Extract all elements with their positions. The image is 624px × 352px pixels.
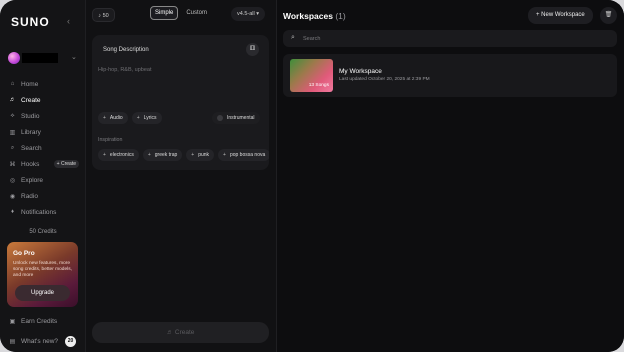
inspiration-chip[interactable]: + punk [186, 149, 215, 161]
model-version-select[interactable]: v4.5-all ▾ [231, 7, 266, 21]
sidebar-item-home[interactable]: ⌂ Home [9, 76, 79, 92]
sidebar-item-label: Search [21, 144, 42, 152]
instrumental-label: Instrumental [227, 115, 255, 121]
upgrade-button[interactable]: Upgrade [15, 285, 70, 301]
sidebar-item-label: Studio [21, 112, 40, 120]
app-window: SUNO ‹ ⌄ ⌂ Home ♬ Create ⟡ Studio ▥ Libr… [0, 0, 624, 352]
workspace-card[interactable]: 13 Songs My Workspace Last updated Octob… [283, 54, 617, 97]
tab-simple[interactable]: Simple [150, 6, 179, 20]
sidebar-item-label: Home [21, 80, 39, 88]
plus-icon: + [136, 115, 140, 121]
inspiration-chip-label: electronics [109, 152, 134, 158]
add-audio-button[interactable]: + Audio [98, 112, 128, 124]
add-lyrics-label: Lyrics [143, 115, 157, 121]
go-pro-text: Unlock new features, more song credits, … [13, 261, 72, 278]
plus-icon: + [103, 152, 106, 158]
bell-icon: ♦ [10, 209, 15, 215]
plus-icon: + [223, 152, 226, 158]
workspace-name: My Workspace [339, 68, 382, 75]
news-icon: ▤ [9, 339, 16, 345]
sidebar-item-label: Notifications [21, 208, 57, 216]
inspiration-chip-label: pop bossa nova [229, 152, 266, 158]
workspaces-panel: Workspaces (1) + New Workspace 🗑 ⌕ 13 So… [277, 0, 624, 352]
inspiration-label: Inspiration [98, 137, 123, 143]
gift-icon: ▣ [9, 319, 16, 325]
credits-count: 50 Credits [29, 229, 57, 235]
hooks-icon: ⌘ [9, 161, 16, 168]
search-icon: ⌕ [291, 34, 295, 41]
page-title: Workspaces (1) [283, 11, 346, 21]
studio-icon: ⟡ [10, 112, 15, 119]
sidebar-item-label: Explore [21, 176, 44, 184]
avatar[interactable] [8, 52, 20, 64]
music-note-icon: ♬ [9, 97, 16, 103]
add-audio-label: Audio [109, 115, 123, 121]
plus-icon: + [191, 152, 195, 158]
dice-icon[interactable]: ⚅ [246, 43, 259, 56]
sidebar-item-label: Hooks [21, 160, 40, 168]
create-panel: ♪ 50 Simple Custom v4.5-all ▾ Song Descr… [86, 0, 277, 352]
go-pro-title: Go Pro [13, 250, 35, 257]
library-icon: ▥ [9, 129, 16, 136]
go-pro-card: Go Pro Unlock new features, more song cr… [7, 242, 78, 307]
add-lyrics-button[interactable]: + Lyrics [131, 112, 162, 124]
credit-chip[interactable]: ♪ 50 [92, 8, 115, 22]
sidebar-item-label: Create [21, 96, 41, 104]
sidebar: SUNO ‹ ⌄ ⌂ Home ♬ Create ⟡ Studio ▥ Libr… [0, 0, 86, 352]
inspiration-chip[interactable]: + greek trap [142, 149, 183, 161]
option-row: + Audio + Lyrics [98, 112, 162, 124]
sidebar-item-create[interactable]: ♬ Create [9, 92, 79, 108]
inspiration-row: + electronics + greek trap + punk + pop boss… [98, 149, 269, 161]
inspiration-chip[interactable]: + electronics [98, 149, 139, 161]
inspiration-chip-label: punk [198, 152, 210, 158]
song-description-title: Song Description [103, 47, 149, 53]
sidebar-item-hooks[interactable]: ⌘ Hooks + Create [9, 156, 79, 172]
workspace-thumbnail: 13 Songs [290, 59, 333, 92]
create-button[interactable]: ♬ Create [92, 322, 269, 343]
search-icon: ⌕ [10, 144, 15, 151]
sidebar-item-library[interactable]: ▥ Library [9, 124, 79, 140]
workspaces-count: (1) [335, 11, 346, 21]
sidebar-item-radio[interactable]: ◉ Radio [9, 188, 79, 204]
whats-new-badge: 20 [65, 336, 77, 347]
collapse-sidebar-icon[interactable]: ‹ [67, 16, 70, 26]
new-workspace-button[interactable]: + New Workspace [528, 7, 593, 24]
sidebar-nav: ⌂ Home ♬ Create ⟡ Studio ▥ Library ⌕ Sea… [9, 76, 79, 220]
home-icon: ⌂ [10, 81, 15, 87]
instrumental-toggle[interactable]: Instrumental [212, 112, 260, 124]
song-description-input[interactable]: Hip-hop, R&B, upbeat [98, 67, 152, 73]
toggle-switch [217, 115, 223, 121]
chevron-down-icon[interactable]: ⌄ [71, 53, 77, 61]
plus-icon: + [147, 152, 151, 158]
mode-switch: Simple Custom [150, 6, 212, 20]
sidebar-item-label: Library [21, 128, 41, 136]
plus-icon: + [103, 115, 106, 121]
workspaces-title: Workspaces [283, 11, 333, 21]
trash-icon[interactable]: 🗑 [600, 7, 617, 24]
earn-credits-link[interactable]: ▣ Earn Credits [9, 318, 57, 325]
song-count: 13 Songs [308, 83, 329, 88]
workspace-search: ⌕ [283, 30, 617, 47]
song-description-card: Song Description ⚅ Hip-hop, R&B, upbeat … [92, 35, 269, 170]
inspiration-chip-label: greek trap [154, 152, 178, 158]
whats-new-label: What's new? [21, 338, 59, 345]
user-name-redacted[interactable] [22, 53, 58, 63]
sidebar-item-search[interactable]: ⌕ Search [9, 140, 79, 156]
sidebar-item-label: Radio [21, 192, 38, 200]
suno-logo[interactable]: SUNO [11, 15, 50, 29]
sidebar-item-explore[interactable]: ◎ Explore [9, 172, 79, 188]
inspiration-chip[interactable]: + pop bossa nova [218, 149, 269, 161]
explore-icon: ◎ [9, 177, 16, 184]
workspace-updated: Last updated October 20, 2025 at 2:39 PM [339, 77, 430, 82]
sidebar-item-notifications[interactable]: ♦ Notifications [9, 204, 79, 220]
whats-new-link[interactable]: ▤ What's new? 20 [9, 336, 77, 347]
tab-custom[interactable]: Custom [181, 6, 212, 20]
sidebar-item-studio[interactable]: ⟡ Studio [9, 108, 79, 124]
earn-credits-label: Earn Credits [21, 318, 58, 325]
hooks-create-button[interactable]: + Create [53, 160, 79, 168]
search-input[interactable] [303, 30, 603, 47]
radio-icon: ◉ [9, 193, 16, 200]
